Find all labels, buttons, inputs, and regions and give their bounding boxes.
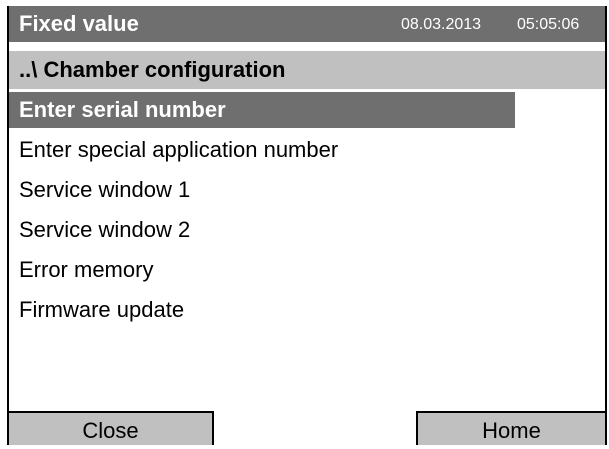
time-display: 05:05:06 [517, 16, 580, 33]
menu-item-enter-special-application-number[interactable]: Enter special application number [9, 132, 605, 172]
menu-item-error-memory[interactable]: Error memory [9, 252, 605, 292]
breadcrumb-label: ..\ Chamber configuration [19, 57, 286, 82]
menu-item-service-window-2[interactable]: Service window 2 [9, 212, 605, 252]
menu-list: Enter serial number Enter special applic… [9, 92, 605, 332]
title-bar: Fixed value 08.03.2013 05:05:06 [9, 6, 605, 42]
menu-item-enter-serial-number[interactable]: Enter serial number [9, 92, 515, 128]
date-display: 08.03.2013 [401, 16, 482, 33]
breadcrumb: ..\ Chamber configuration [9, 51, 605, 89]
home-button[interactable]: Home [416, 411, 607, 445]
menu-item-service-window-1[interactable]: Service window 1 [9, 172, 605, 212]
close-button[interactable]: Close [7, 411, 214, 445]
controller-screen: Fixed value 08.03.2013 05:05:06 ..\ Cham… [7, 6, 607, 445]
page-title: Fixed value [19, 11, 139, 36]
menu-item-firmware-update[interactable]: Firmware update [9, 292, 605, 332]
